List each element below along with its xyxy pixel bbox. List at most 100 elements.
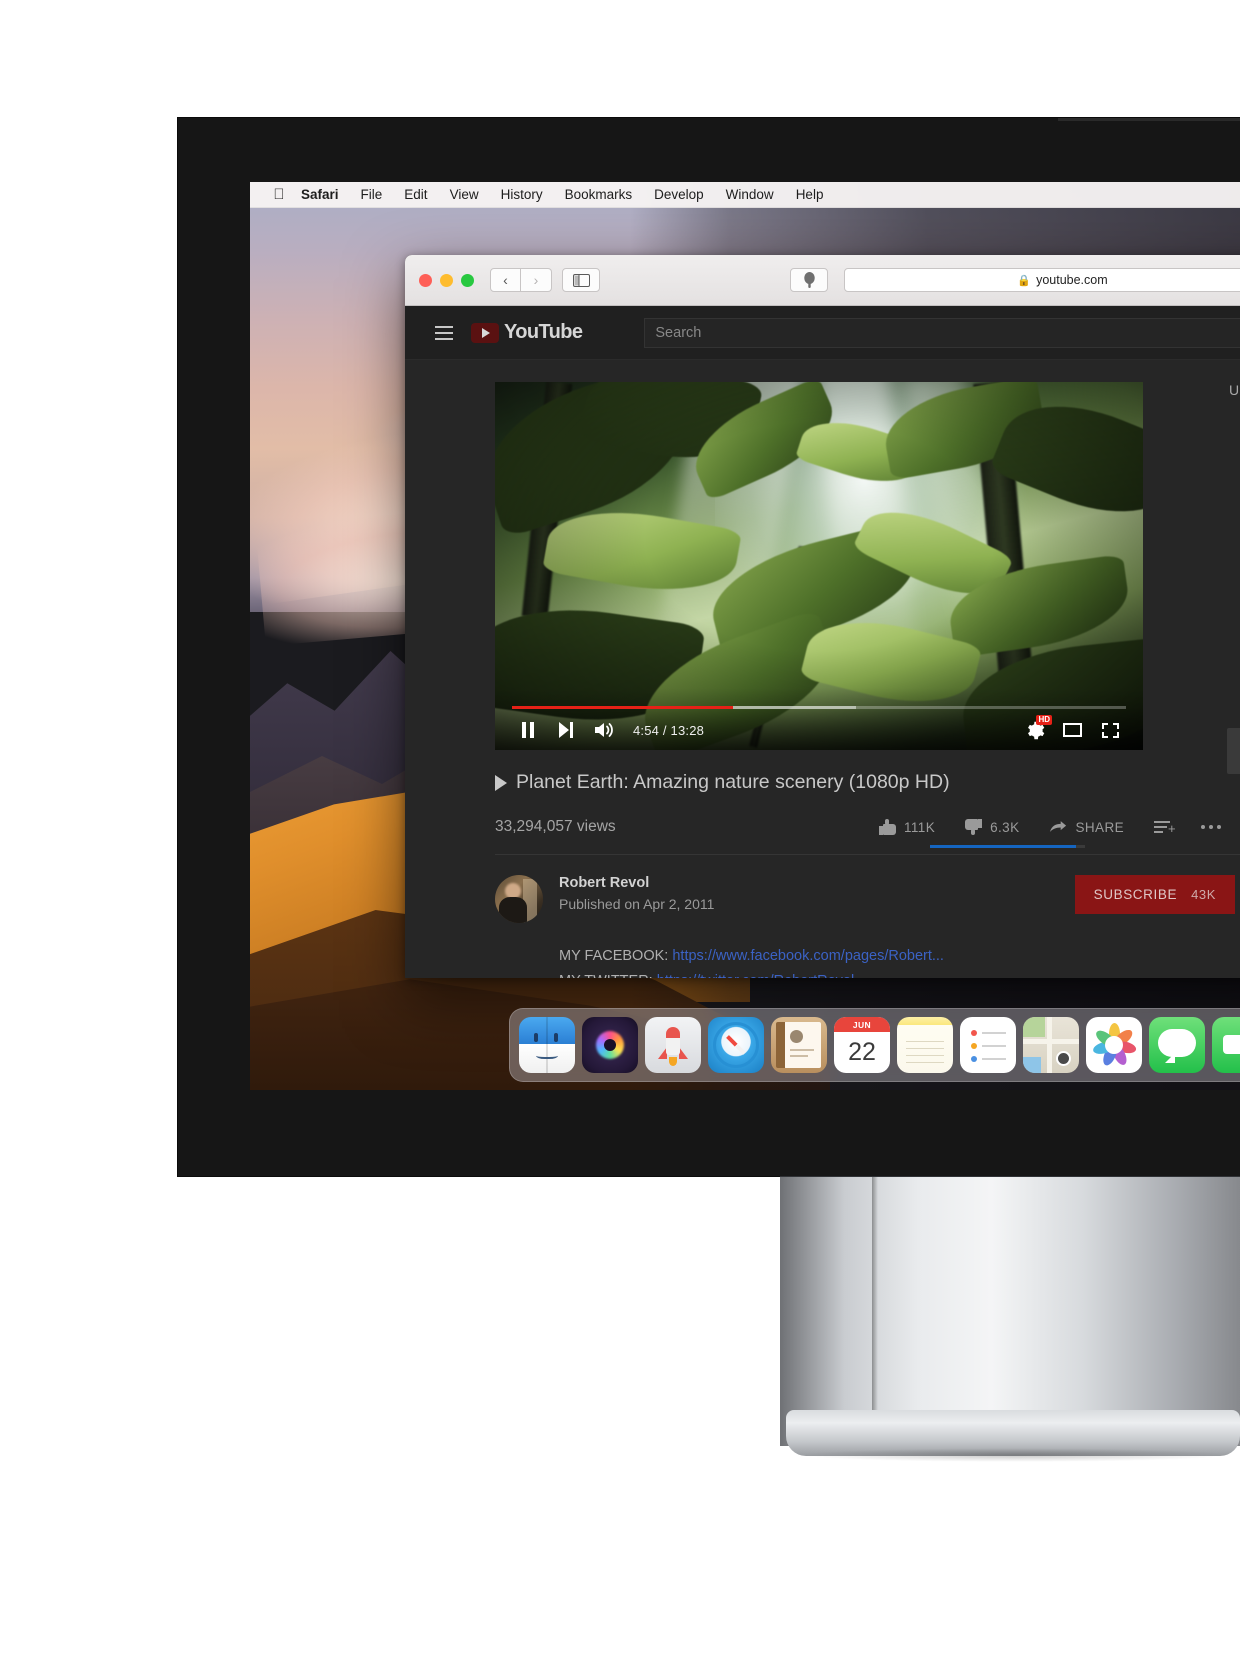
maximize-window-button[interactable] (461, 273, 474, 287)
settings-button[interactable]: HD (1015, 711, 1053, 749)
dock-item-notes[interactable] (897, 1017, 953, 1073)
monitor-stand-neck (780, 1176, 1240, 1447)
youtube-logo[interactable]: YouTube (471, 321, 583, 344)
address-bar[interactable]: 🔒 youtube.com (844, 268, 1240, 292)
up-next-label: U (1229, 382, 1240, 398)
menu-item-develop[interactable]: Develop (643, 187, 715, 202)
youtube-header: YouTube Search (405, 306, 1240, 360)
calendar-month: JUN (834, 1017, 890, 1032)
subscribe-label: SUBSCRIBE (1093, 887, 1178, 902)
theater-mode-button[interactable] (1053, 711, 1091, 749)
video-player[interactable]: 4:54 / 13:28 HD (495, 382, 1143, 750)
related-video-thumbnail[interactable] (1227, 728, 1240, 774)
menu-item-help[interactable]: Help (785, 187, 835, 202)
forward-button[interactable]: › (521, 268, 552, 292)
bezel-highlight (1058, 118, 1240, 121)
save-to-playlist-button[interactable]: + (1139, 821, 1187, 835)
search-input[interactable]: Search (644, 317, 1240, 348)
description-line: MY FACEBOOK: https://www.facebook.com/pa… (559, 944, 1240, 969)
pause-icon (522, 722, 534, 738)
save-to-playlist-icon: + (1154, 821, 1176, 835)
share-button-video[interactable]: SHARE (1034, 820, 1139, 835)
channel-name[interactable]: Robert Revol (559, 875, 714, 891)
play-triangle-icon (495, 774, 507, 791)
sidebar-toggle-icon (572, 273, 590, 287)
progress-played (512, 706, 734, 709)
like-button[interactable]: 111K (864, 819, 950, 835)
subscribe-button[interactable]: SUBSCRIBE 43K (1074, 875, 1235, 914)
youtube-play-icon (471, 322, 499, 343)
menu-item-bookmarks[interactable]: Bookmarks (554, 187, 644, 202)
dock-item-finder[interactable] (519, 1017, 575, 1073)
video-title: Planet Earth: Amazing nature scenery (10… (495, 771, 1240, 794)
close-window-button[interactable] (419, 273, 432, 287)
progress-bar[interactable] (512, 706, 1126, 709)
safari-window: ‹ › 🔒 youtube.com YouTube Search 4:54 / … (405, 255, 1240, 978)
right-controls: HD (1015, 711, 1129, 749)
view-count: 33,294,057 views (495, 818, 616, 835)
search-placeholder: Search (655, 324, 702, 341)
youtube-body: 4:54 / 13:28 HD Planet Earth: Amazing na… (405, 360, 1240, 978)
meta-divider (495, 854, 1240, 855)
channel-avatar[interactable] (495, 875, 543, 923)
menu-item-history[interactable]: History (490, 187, 554, 202)
dock-item-photos[interactable] (1086, 1017, 1142, 1073)
share-label: SHARE (1075, 819, 1124, 835)
more-options-icon[interactable] (1187, 825, 1235, 829)
next-video-icon (559, 722, 573, 738)
minimize-window-button[interactable] (440, 273, 453, 287)
primary-column: 4:54 / 13:28 HD Planet Earth: Amazing na… (495, 382, 1240, 978)
mac-menu-bar[interactable]:  Safari File Edit View History Bookmark… (250, 182, 1240, 208)
share-button[interactable] (790, 268, 828, 292)
lock-icon: 🔒 (1017, 274, 1032, 287)
subscriber-count: 43K (1191, 887, 1216, 902)
dock-item-calendar[interactable]: JUN 22 (834, 1017, 890, 1073)
share-arrow-icon (1050, 821, 1067, 832)
safari-toolbar: ‹ › 🔒 youtube.com (405, 255, 1240, 306)
window-traffic-lights[interactable] (419, 273, 474, 287)
secondary-column: U (1221, 382, 1240, 774)
dock-item-messages[interactable] (1149, 1017, 1205, 1073)
dock-item-contacts[interactable] (771, 1017, 827, 1073)
sidebar-toggle-button[interactable] (562, 268, 600, 292)
share-icon (803, 271, 815, 288)
like-ratio-bar (930, 845, 1085, 848)
video-meta-row: 33,294,057 views 111K 6.3K SHARE + (495, 812, 1240, 848)
menu-item-view[interactable]: View (439, 187, 490, 202)
calendar-day: 22 (848, 1037, 876, 1066)
menu-item-safari[interactable]: Safari (290, 187, 350, 202)
description-link-facebook[interactable]: https://www.facebook.com/pages/Robert... (672, 948, 944, 964)
dock-item-safari[interactable] (708, 1017, 764, 1073)
volume-button[interactable] (585, 711, 623, 749)
dock-item-launchpad[interactable] (645, 1017, 701, 1073)
dock-item-facetime[interactable] (1212, 1017, 1240, 1073)
thumbs-up-icon (878, 819, 896, 835)
menu-item-edit[interactable]: Edit (393, 187, 438, 202)
dock-item-reminders[interactable] (960, 1017, 1016, 1073)
fullscreen-button[interactable] (1091, 711, 1129, 749)
channel-text: Robert Revol Published on Apr 2, 2011 (559, 875, 714, 912)
pause-button[interactable] (509, 711, 547, 749)
navigation-buttons[interactable]: ‹ › (490, 268, 552, 292)
screenshot-stage:  Safari File Edit View History Bookmark… (0, 0, 1240, 1660)
hamburger-menu-icon[interactable] (421, 325, 467, 340)
dislike-button[interactable]: 6.3K (950, 819, 1034, 835)
menu-item-window[interactable]: Window (715, 187, 785, 202)
description-line: MY TWITTER: https://twitter.com/RobertRe… (559, 969, 1240, 978)
like-count: 111K (903, 819, 936, 835)
video-title-text: Planet Earth: Amazing nature scenery (10… (516, 771, 950, 793)
apple-logo-icon[interactable]:  (268, 187, 290, 202)
back-button[interactable]: ‹ (490, 268, 521, 292)
published-date: Published on Apr 2, 2011 (559, 896, 715, 912)
theater-mode-icon (1062, 723, 1082, 737)
video-actions: 111K 6.3K SHARE + (864, 819, 1240, 835)
description-link-twitter[interactable]: https://twitter.com/RobertRevol (657, 973, 854, 978)
video-description: MY FACEBOOK: https://www.facebook.com/pa… (559, 944, 1240, 978)
volume-icon (595, 723, 613, 737)
dock-item-siri[interactable] (582, 1017, 638, 1073)
player-controls: 4:54 / 13:28 HD (495, 710, 1143, 750)
menu-item-file[interactable]: File (350, 187, 394, 202)
dock-item-maps[interactable] (1023, 1017, 1079, 1073)
next-video-button[interactable] (547, 711, 585, 749)
url-text: youtube.com (1036, 273, 1108, 287)
